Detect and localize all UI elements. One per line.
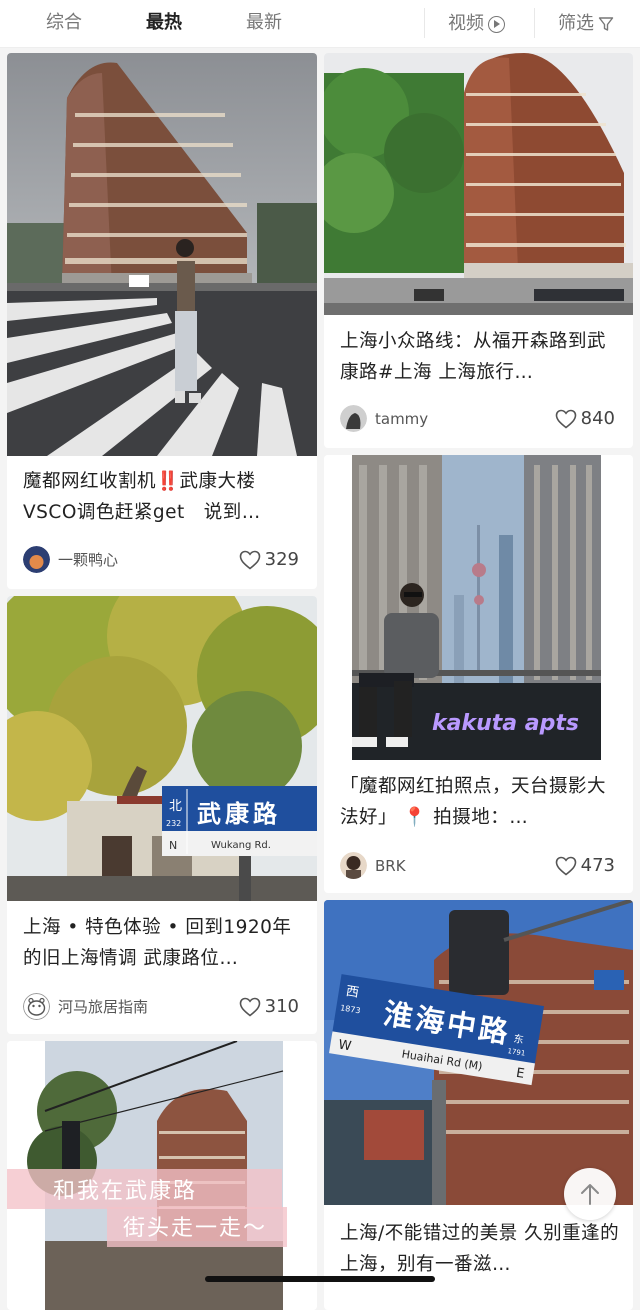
author-name: 河马旅居指南 (58, 998, 149, 1016)
arrow-up-icon (581, 1184, 599, 1205)
photo-caption: 街头走一走～ (123, 1216, 267, 1241)
card-author[interactable]: 河马旅居指南 (23, 993, 148, 1020)
card-title: 上海 • 特色体验 • 回到1920年的旧上海情调 武康路位… (23, 917, 292, 969)
avatar (340, 405, 367, 432)
avatar (340, 852, 367, 879)
video-filter-button[interactable]: 视频 (448, 0, 505, 48)
sign-number: 232 (166, 819, 181, 828)
like-button[interactable]: 840 (555, 408, 615, 429)
card-photo: 北 232 武康路 N Wukang Rd. (7, 596, 317, 901)
sign-compass: W (337, 1038, 352, 1055)
note-card[interactable]: 和我在武康路 街头走一走～ (7, 1041, 317, 1310)
tab-divider (534, 8, 535, 38)
author-name: 一颗鸭心 (58, 551, 119, 569)
note-card[interactable]: kakuta apts 「魔都网红拍照点，天台摄影大法好」 📍 拍摄地：… BR… (324, 455, 633, 893)
sign-compass: N (169, 839, 177, 852)
note-card[interactable]: 上海小众路线：从福开森路到武康路#上海 上海旅行… tammy 840 (324, 53, 633, 448)
heart-outline-icon (239, 997, 260, 1017)
sign-direction: 北 (169, 799, 182, 814)
tab-divider (424, 8, 425, 38)
avatar (23, 993, 50, 1020)
note-card[interactable]: 魔都网红收割机‼️武康大楼VSCO调色赶紧get 说到… 一颗鸭心 329 (7, 53, 317, 589)
scroll-to-top-button[interactable] (564, 1168, 616, 1220)
author-name: BRK (375, 856, 406, 875)
card-author[interactable]: BRK (340, 852, 406, 879)
author-name: tammy (375, 409, 429, 428)
card-author[interactable]: 一颗鸭心 (23, 546, 118, 573)
avatar (23, 546, 50, 573)
home-indicator (205, 1276, 435, 1282)
card-title: 上海/不能错过的美景 久别重逢的上海，别有一番滋… (340, 1223, 620, 1275)
like-count: 329 (264, 549, 299, 570)
like-button[interactable]: 310 (239, 996, 299, 1017)
like-button[interactable]: 329 (239, 549, 299, 570)
sign-direction: 西 (345, 984, 360, 1001)
top-tab-bar: 综合 最热 最新 视频 筛选 (0, 0, 640, 48)
sign-english-name: Wukang Rd. (211, 840, 271, 851)
photo-caption: kakuta apts (432, 711, 579, 736)
play-circle-icon (488, 15, 505, 33)
like-count: 310 (264, 996, 299, 1017)
filter-label: 筛选 (558, 13, 594, 34)
tab-comprehensive[interactable]: 综合 (38, 0, 90, 48)
card-title: 魔都网红收割机‼️武康大楼VSCO调色赶紧get 说到… (23, 471, 261, 523)
like-count: 473 (580, 855, 615, 876)
like-count: 840 (580, 408, 615, 429)
heart-outline-icon (555, 856, 576, 876)
heart-outline-icon (555, 409, 576, 429)
tab-newest[interactable]: 最新 (238, 0, 290, 48)
card-title: 上海小众路线：从福开森路到武康路#上海 上海旅行… (340, 331, 607, 383)
video-label: 视频 (448, 13, 484, 34)
funnel-icon (598, 17, 614, 31)
like-button[interactable]: 473 (555, 855, 615, 876)
card-photo: 西 1873 淮海中路 东 1791 W Huaihai Rd (M) E (324, 900, 633, 1205)
card-title: 「魔都网红拍照点，天台摄影大法好」 📍 拍摄地：… (340, 776, 607, 828)
heart-outline-icon (239, 550, 260, 570)
sign-street-name: 武康路 (197, 800, 281, 828)
photo-caption: 和我在武康路 (53, 1179, 197, 1204)
filter-button[interactable]: 筛选 (558, 0, 614, 48)
tab-hottest[interactable]: 最热 (138, 0, 190, 48)
card-photo: 和我在武康路 街头走一走～ (7, 1041, 317, 1310)
note-card[interactable]: 西 1873 淮海中路 东 1791 W Huaihai Rd (M) E 上海… (324, 900, 633, 1310)
card-photo (324, 53, 633, 315)
card-photo: kakuta apts (324, 455, 633, 760)
card-photo (7, 53, 317, 456)
note-card[interactable]: 北 232 武康路 N Wukang Rd. 上海 • 特色体验 • 回到192… (7, 596, 317, 1034)
card-author[interactable]: tammy (340, 405, 428, 432)
